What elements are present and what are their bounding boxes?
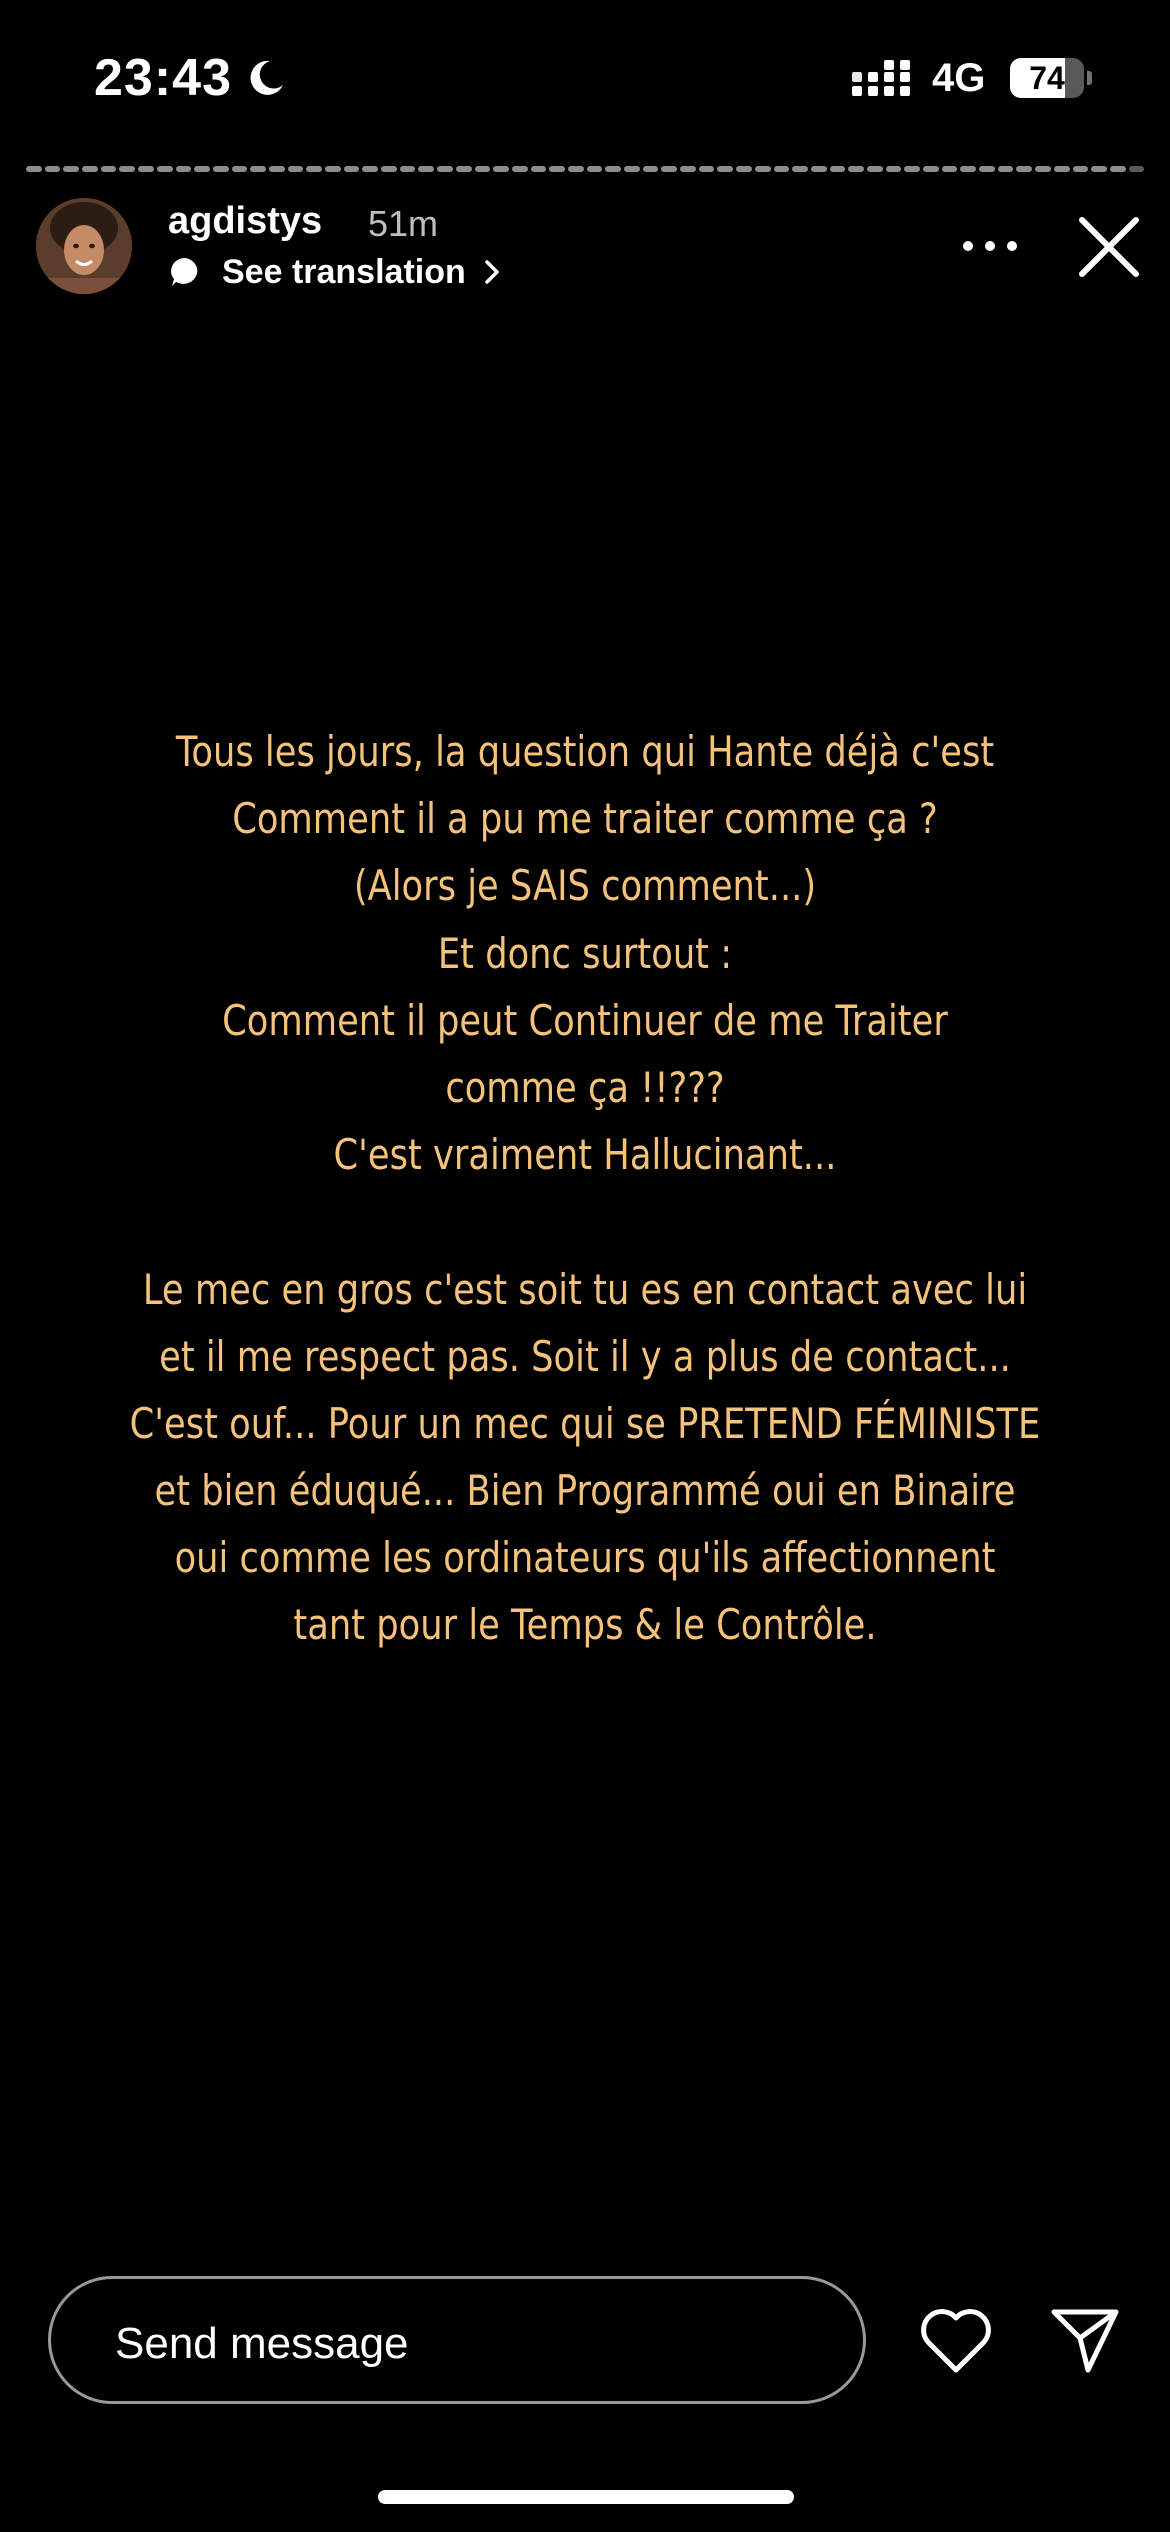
story-progress-segment xyxy=(586,166,603,172)
story-progress-segment xyxy=(268,166,285,172)
story-progress-segment xyxy=(1091,166,1107,172)
battery-icon: 74 xyxy=(1010,58,1092,98)
story-progress-segment xyxy=(773,166,790,172)
post-time: 51m xyxy=(368,203,439,244)
story-progress-segment xyxy=(381,166,397,172)
story-progress-segment xyxy=(306,166,322,172)
story-progress-segment xyxy=(904,166,920,172)
send-paper-plane-icon[interactable] xyxy=(1048,2304,1122,2376)
story-progress-segment xyxy=(455,166,472,172)
more-options-icon[interactable] xyxy=(960,226,1020,266)
home-indicator xyxy=(378,2490,794,2504)
story-progress-segment xyxy=(250,166,266,172)
story-progress-segment xyxy=(63,166,80,172)
story-progress-segment xyxy=(175,166,192,172)
status-bar: 23:43 4G 74 xyxy=(0,0,1170,150)
translation-label: See translation xyxy=(222,252,466,291)
story-progress-segment xyxy=(866,166,883,172)
story-progress-segment xyxy=(156,166,173,172)
avatar[interactable] xyxy=(36,198,132,294)
story-progress-segment xyxy=(100,166,117,172)
story-progress-segment xyxy=(194,166,210,172)
story-progress-segment xyxy=(474,166,491,172)
story-progress-segment xyxy=(567,166,584,172)
story-progress-segment xyxy=(549,166,565,172)
story-progress xyxy=(26,166,1145,172)
story-progress-segment xyxy=(231,166,248,172)
story-progress-segment xyxy=(642,166,659,172)
heart-icon[interactable] xyxy=(918,2304,994,2376)
story-progress-segment xyxy=(26,166,42,172)
send-message-input[interactable]: Send message xyxy=(48,2276,866,2404)
story-progress-segment xyxy=(437,166,453,172)
story-text-line xyxy=(127,1188,1043,1255)
story-text-line: Tous les jours, la question qui Hante dé… xyxy=(175,727,995,776)
story-progress-segment xyxy=(343,166,360,172)
story-text-line: oui comme les ordinateurs qu'ils affecti… xyxy=(174,1533,996,1583)
story-text: Tous les jours, la question qui Hante dé… xyxy=(127,718,1043,1659)
story-progress-segment xyxy=(1035,166,1051,172)
story-progress-segment xyxy=(885,166,902,172)
story-progress-segment xyxy=(212,166,229,172)
story-progress-segment xyxy=(736,166,752,172)
story-text-line: C'est vraiment Hallucinant... xyxy=(333,1130,837,1180)
story-progress-segment xyxy=(605,166,621,172)
story-progress-segment xyxy=(44,166,61,172)
story-progress-segment xyxy=(399,166,416,172)
network-type: 4G xyxy=(932,56,986,100)
story-text-line: Le mec en gros c'est soit tu es en conta… xyxy=(142,1264,1028,1314)
moon-icon xyxy=(250,60,283,95)
story-text-line: Comment il peut Continuer de me Traiter xyxy=(222,995,948,1045)
story-text-line: et bien éduqué... Bien Programmé oui en … xyxy=(154,1466,1016,1516)
story-progress-segment xyxy=(960,166,977,172)
username[interactable]: agdistys xyxy=(168,200,322,243)
story-progress-segment xyxy=(82,166,98,172)
story-text-line: Comment il a pu me traiter comme ça ? xyxy=(232,794,938,844)
story-progress-segment xyxy=(1109,166,1126,172)
story-text-line: comme ça !!??? xyxy=(445,1062,725,1112)
translate-bubble-icon xyxy=(171,258,198,286)
chevron-right-icon xyxy=(485,260,499,284)
story-progress-segment xyxy=(792,166,808,172)
story-progress-segment xyxy=(119,166,136,172)
story-text-line: tant pour le Temps & le Contrôle. xyxy=(293,1600,877,1650)
see-translation-link[interactable]: See translation xyxy=(168,248,502,296)
story-progress-segment xyxy=(493,166,509,172)
story-progress-segment xyxy=(997,166,1014,172)
send-message-placeholder: Send message xyxy=(115,2319,409,2368)
story-progress-segment xyxy=(138,166,154,172)
story-progress-segment xyxy=(530,166,547,172)
story-progress-segment xyxy=(661,166,678,172)
story-progress-segment xyxy=(829,166,846,172)
status-time: 23:43 xyxy=(94,49,232,107)
story-progress-segment xyxy=(1072,166,1089,172)
story-progress-segment xyxy=(1016,166,1033,172)
story-progress-segment xyxy=(941,166,958,172)
story-progress-segment xyxy=(698,166,715,172)
story-progress-segment xyxy=(418,166,435,172)
story-progress-segment xyxy=(754,166,771,172)
story-progress-segment xyxy=(287,166,304,172)
story-progress-segment xyxy=(717,166,734,172)
story-progress-segment xyxy=(325,166,341,172)
story-text-line: C'est ouf... Pour un mec qui se PRETEND … xyxy=(129,1398,1041,1448)
story-text-line: et il me respect pas. Soit il y a plus d… xyxy=(159,1331,1011,1381)
story-progress-segment xyxy=(511,166,528,172)
story-progress-segment xyxy=(979,166,995,172)
story-progress-segment xyxy=(848,166,864,172)
story-progress-segment xyxy=(680,166,696,172)
battery-level: 74 xyxy=(1029,60,1065,96)
story-text-line: (Alors je SAIS comment...) xyxy=(353,861,817,911)
story-progress-segment xyxy=(362,166,379,172)
close-icon[interactable] xyxy=(1076,214,1142,280)
story-progress-segment xyxy=(810,166,827,172)
cellular-signal-icon xyxy=(852,60,910,96)
story-text-line: Et donc surtout : xyxy=(437,928,733,978)
story-progress-segment xyxy=(1128,166,1145,172)
story-progress-segment xyxy=(1053,166,1070,172)
story-progress-segment xyxy=(923,166,939,172)
story-progress-segment xyxy=(624,166,640,172)
